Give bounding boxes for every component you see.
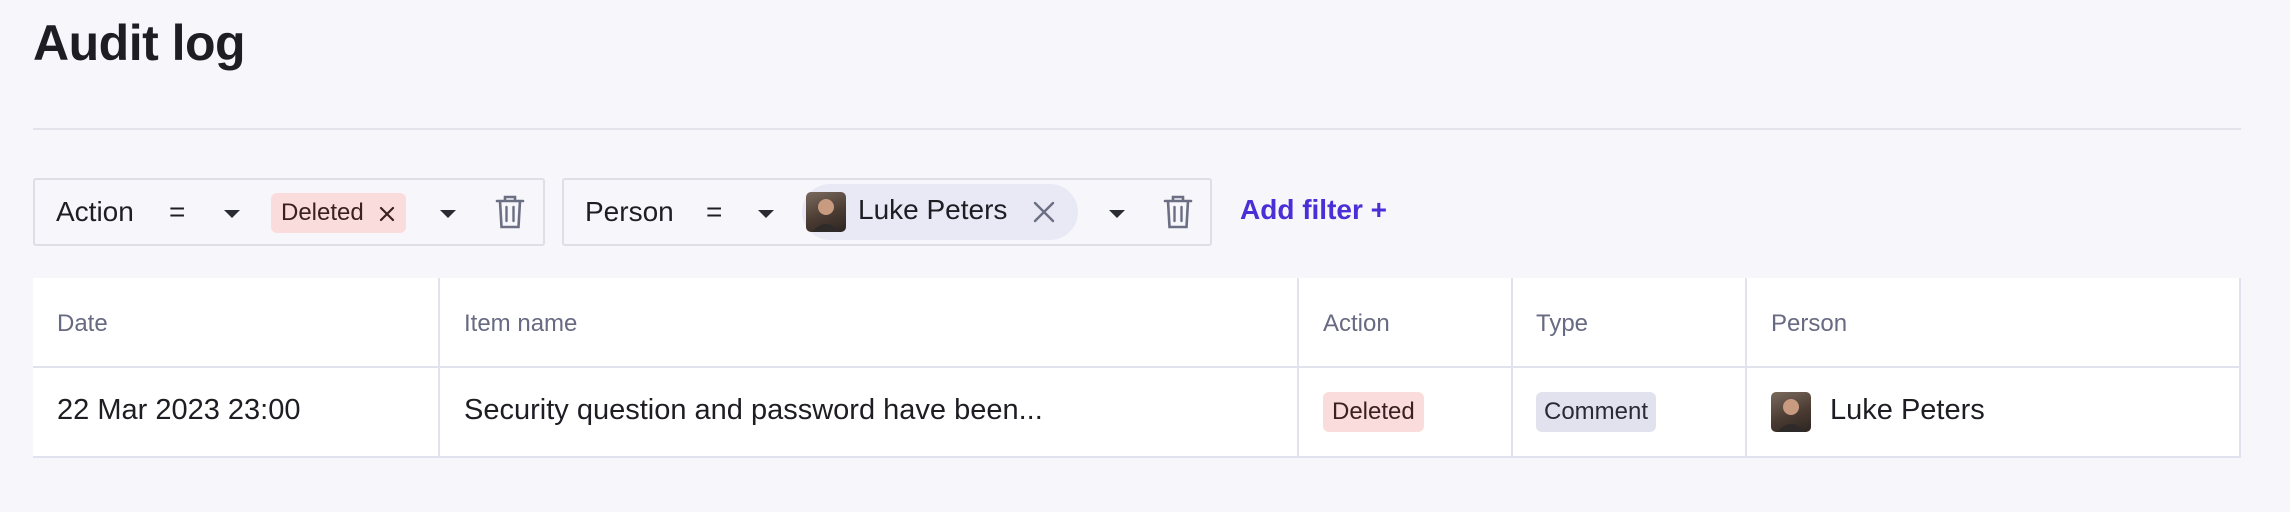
column-divider	[1745, 278, 1747, 458]
column-divider	[1511, 278, 1513, 458]
avatar	[1771, 392, 1811, 432]
chevron-down-icon[interactable]	[440, 210, 456, 218]
close-icon[interactable]	[378, 205, 396, 223]
column-header-type[interactable]: Type	[1536, 310, 1588, 338]
column-header-date[interactable]: Date	[57, 310, 108, 338]
cell-item-name[interactable]: Security question and password have been…	[464, 394, 1043, 427]
column-header-person[interactable]: Person	[1771, 310, 1847, 338]
column-header-action[interactable]: Action	[1323, 310, 1390, 338]
column-divider	[1297, 278, 1299, 458]
divider	[33, 128, 2241, 130]
filter-action: Action = Deleted	[33, 178, 545, 246]
filter-field-label[interactable]: Action	[56, 196, 134, 228]
filter-operator[interactable]: =	[706, 196, 722, 228]
column-header-item-name[interactable]: Item name	[464, 310, 577, 338]
filter-operator[interactable]: =	[169, 196, 185, 228]
audit-table: Date Item name Action Type Person 22 Mar…	[33, 278, 2241, 458]
page-title: Audit log	[33, 15, 246, 71]
chevron-down-icon[interactable]	[1109, 210, 1125, 218]
add-filter-button[interactable]: Add filter +	[1240, 194, 1387, 226]
trash-icon[interactable]	[1163, 194, 1193, 230]
chevron-down-icon[interactable]	[758, 210, 774, 218]
filter-field-label[interactable]: Person	[585, 196, 674, 228]
chevron-down-icon[interactable]	[224, 210, 240, 218]
cell-action-badge: Deleted	[1323, 392, 1424, 432]
person-chip-label: Luke Peters	[858, 194, 1008, 225]
column-divider	[438, 278, 440, 458]
trash-icon[interactable]	[495, 194, 525, 230]
close-icon[interactable]	[1032, 200, 1056, 224]
avatar	[806, 192, 846, 232]
cell-date: 22 Mar 2023 23:00	[57, 394, 301, 426]
filter-person: Person = Luke Peters	[562, 178, 1212, 246]
filter-value-label: Deleted	[281, 199, 364, 226]
cell-person-name: Luke Peters	[1830, 394, 1985, 426]
cell-type-badge: Comment	[1536, 392, 1657, 432]
row-divider	[33, 366, 2241, 368]
filter-value-tag: Deleted	[271, 193, 407, 233]
person-chip: Luke Peters	[802, 184, 1078, 240]
